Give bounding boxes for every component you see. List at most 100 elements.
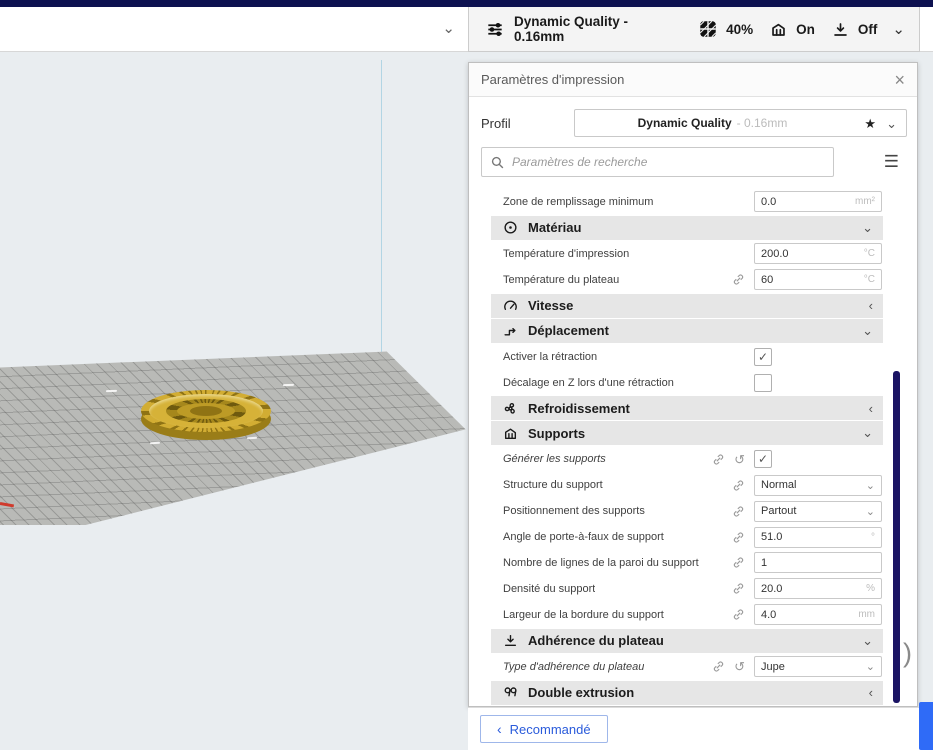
link-icon <box>732 505 745 518</box>
setting-label: Activer la rétraction <box>503 350 598 363</box>
chevron-icon: ‹ <box>868 400 873 416</box>
settings-list: Zone de remplissage minimum 0.0 mm² Maté… <box>469 189 917 705</box>
section-label: Déplacement <box>528 323 609 339</box>
link-icon <box>732 273 745 286</box>
setting-dropdown[interactable]: Partout ⌄ <box>754 500 882 522</box>
profile-label: Profil <box>481 115 511 131</box>
link-icon <box>712 660 725 673</box>
setting-value: 0.0 <box>761 195 777 208</box>
section-header-travel[interactable]: Déplacement ⌄ <box>491 318 883 343</box>
recommended-label: Recommandé <box>509 721 591 737</box>
scrollbar-thumb[interactable] <box>893 371 900 703</box>
adhesion-icon <box>503 633 518 648</box>
recommended-mode-button[interactable]: ‹ Recommandé <box>480 715 608 743</box>
link-icon <box>712 453 725 466</box>
adhesion-icon <box>832 21 849 38</box>
section-label: Adhérence du plateau <box>528 633 664 649</box>
setting-value: 60 <box>761 273 774 286</box>
setting-row-z-hop: Décalage en Z lors d'une rétraction <box>469 370 917 396</box>
section-header-adhesion[interactable]: Adhérence du plateau ⌄ <box>491 628 883 653</box>
summary-support-value: On <box>796 21 815 37</box>
setting-label: Température du plateau <box>503 273 620 286</box>
panel-header: Paramètres d'impression × <box>469 63 917 97</box>
settings-search <box>481 147 834 177</box>
link-icon <box>732 608 745 621</box>
setting-value-field[interactable]: 1 <box>754 552 882 574</box>
panel-title: Paramètres d'impression <box>481 72 625 87</box>
close-icon[interactable]: × <box>894 71 905 89</box>
setting-label: Température d'impression <box>503 247 630 260</box>
material-icon <box>503 220 518 235</box>
dropdown-value: Normal <box>761 479 797 492</box>
plate-marker <box>282 383 295 387</box>
checkbox[interactable]: ✓ <box>754 450 772 469</box>
setting-unit: mm <box>858 609 875 621</box>
setting-label: Décalage en Z lors d'une rétraction <box>503 376 674 389</box>
section-label: Double extrusion <box>528 685 635 701</box>
build-volume-edge <box>381 60 382 352</box>
speed-icon <box>503 298 518 313</box>
setting-row-bed-temperature: Température du plateau 60 °C <box>469 267 917 293</box>
search-icon <box>490 155 505 170</box>
chevron-down-icon: ⌄ <box>886 116 897 131</box>
setting-row-support-wall-count: Nombre de lignes de la paroi du support … <box>469 550 917 576</box>
sliders-icon <box>485 21 505 38</box>
chevron-down-icon: ⌄ <box>865 505 875 518</box>
link-icon <box>732 531 745 544</box>
section-header-dual-extrusion[interactable]: Double extrusion ‹ <box>491 680 883 705</box>
model-3d-gear-hole[interactable] <box>190 406 222 416</box>
section-header-speed[interactable]: Vitesse ‹ <box>491 293 883 318</box>
setting-value: 1 <box>761 556 768 569</box>
support-icon <box>503 426 518 441</box>
chevron-icon: ⌄ <box>862 219 873 235</box>
panel-footer: ‹ Recommandé <box>468 707 933 750</box>
chevron-icon: ⌄ <box>862 425 873 441</box>
chevron-icon: ‹ <box>868 298 873 314</box>
revert-icon[interactable]: ↺ <box>734 660 745 673</box>
setting-unit: °C <box>863 274 875 286</box>
print-settings-summary-button[interactable]: Dynamic Quality - 0.16mm 40% On Off ⌄ <box>468 7 920 52</box>
plate-marker <box>105 389 118 393</box>
setting-value-field[interactable]: 4.0 mm <box>754 604 882 626</box>
dual-extrusion-icon <box>503 685 518 700</box>
setting-value-field[interactable]: 20.0 % <box>754 578 882 600</box>
setting-dropdown[interactable]: Jupe ⌄ <box>754 656 882 678</box>
profile-dropdown[interactable]: Dynamic Quality - 0.16mm ★ ⌄ <box>574 109 907 137</box>
link-icon <box>732 582 745 595</box>
chevron-down-icon: ⌄ <box>865 479 875 492</box>
checkbox[interactable] <box>754 373 772 392</box>
application-window: ⌄ Dynamic Quality - 0.16mm 40% On Off ⌄ … <box>0 0 933 750</box>
section-label: Matériau <box>528 220 582 236</box>
search-input[interactable] <box>512 148 822 176</box>
setting-row-support-density: Densité du support 20.0 % <box>469 576 917 602</box>
setting-row-generate-support: Générer les supports ↺ ✓ <box>469 446 917 472</box>
toolbar-collapse-chevron-icon[interactable]: ⌄ <box>442 19 455 37</box>
action-panel-edge[interactable] <box>919 702 933 750</box>
settings-menu-icon[interactable]: ☰ <box>884 152 899 172</box>
setting-value-field[interactable]: 200.0 °C <box>754 243 882 265</box>
setting-value-field[interactable]: 0.0 mm² <box>754 191 882 213</box>
setting-value-field[interactable]: 60 °C <box>754 269 882 291</box>
summary-adhesion-value: Off <box>857 21 878 37</box>
setting-value: 51.0 <box>761 531 783 544</box>
section-header-material[interactable]: Matériau ⌄ <box>491 215 883 240</box>
setting-value: 4.0 <box>761 608 777 621</box>
section-label: Supports <box>528 425 586 441</box>
setting-row-adhesion-type: Type d'adhérence du plateau ↺ Jupe ⌄ <box>469 654 917 680</box>
star-icon[interactable]: ★ <box>864 116 876 132</box>
checkbox[interactable]: ✓ <box>754 347 772 366</box>
title-bar-strip <box>0 0 933 7</box>
setting-row-support-structure: Structure du support Normal ⌄ <box>469 472 917 498</box>
print-settings-panel: Paramètres d'impression × Profil Dynamic… <box>468 62 918 707</box>
link-icon <box>732 556 745 569</box>
support-icon <box>770 21 787 38</box>
setting-label: Générer les supports <box>503 453 606 466</box>
section-header-cooling[interactable]: Refroidissement ‹ <box>491 396 883 421</box>
section-header-support[interactable]: Supports ⌄ <box>491 421 883 446</box>
setting-dropdown[interactable]: Normal ⌄ <box>754 474 882 496</box>
revert-icon[interactable]: ↺ <box>734 453 745 466</box>
chevron-left-icon: ‹ <box>497 721 502 737</box>
setting-value: 200.0 <box>761 247 789 260</box>
dropdown-value: Jupe <box>761 660 785 673</box>
setting-value-field[interactable]: 51.0 ° <box>754 526 882 548</box>
